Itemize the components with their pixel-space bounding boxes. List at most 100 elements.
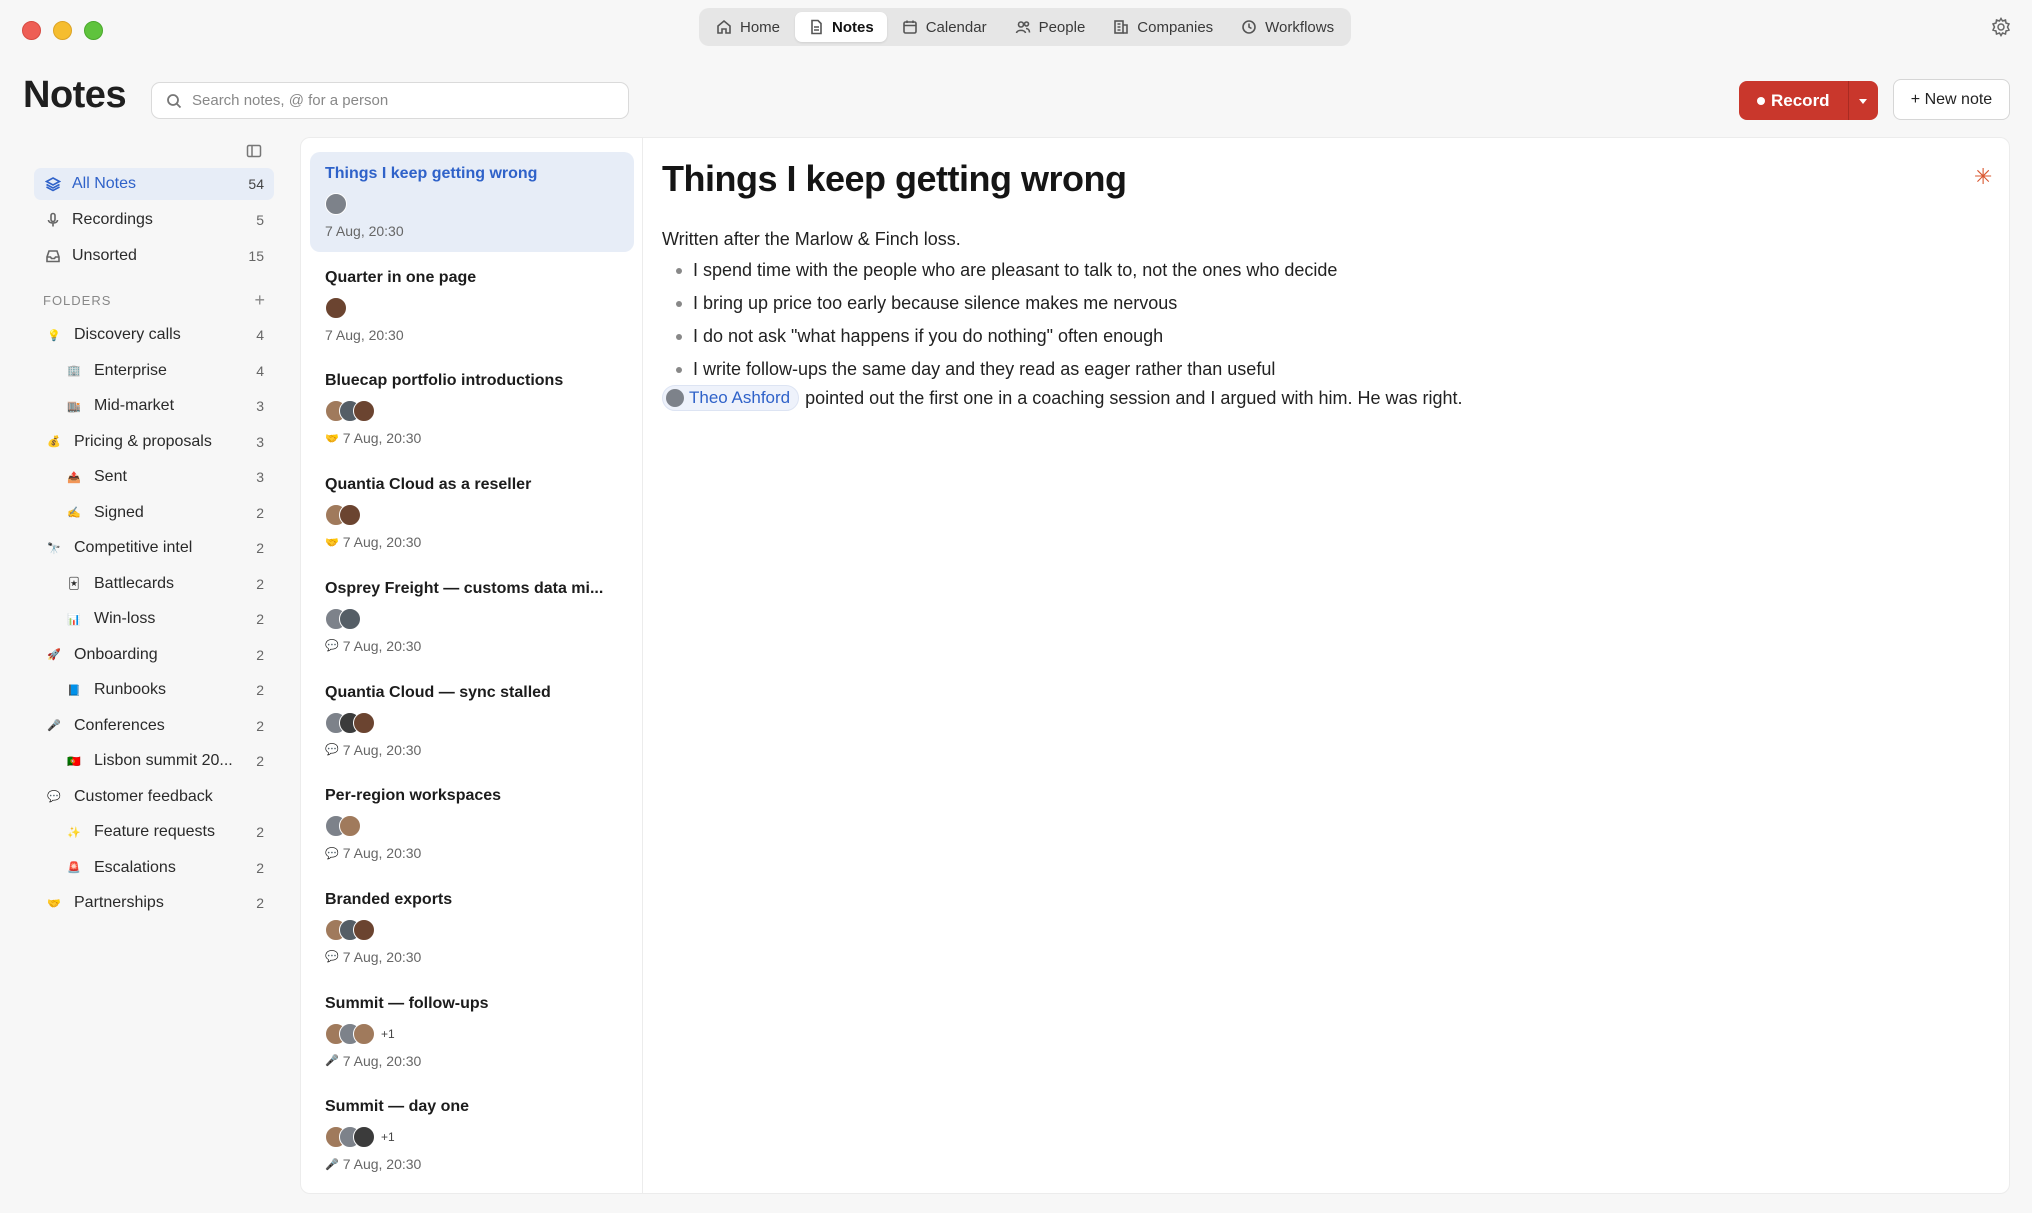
- tab-workflows[interactable]: Workflows: [1228, 12, 1347, 42]
- note-list-item[interactable]: Per-region workspaces 💬 7 Aug, 20:30: [310, 774, 634, 874]
- participant-avatars: [325, 815, 634, 838]
- layers-icon: [45, 177, 61, 192]
- bullet-dot-icon: [676, 366, 682, 373]
- participant-avatars: +1: [325, 1126, 634, 1149]
- settings-button[interactable]: [1991, 17, 2011, 37]
- folder-item[interactable]: ✨ Feature requests 2: [34, 816, 274, 848]
- folder-item[interactable]: 💬 Customer feedback: [34, 781, 274, 813]
- avatar: [325, 296, 347, 319]
- note-timestamp: 7 Aug, 20:30: [325, 326, 404, 343]
- avatar: [339, 607, 361, 630]
- record-options-button[interactable]: [1849, 81, 1878, 120]
- folder-item[interactable]: 🏢 Enterprise 4: [34, 355, 274, 387]
- note-list-item[interactable]: Quantia Cloud — sync stalled 💬 7 Aug, 20:3…: [310, 671, 634, 771]
- tab-label: People: [1038, 18, 1086, 36]
- note-list-title: Summit — follow-ups: [325, 994, 489, 1012]
- minimize-window-button[interactable]: [53, 21, 72, 40]
- folder-count: 3: [256, 433, 264, 450]
- sidebar-item-count: 54: [248, 176, 264, 192]
- note-list-item[interactable]: Summit — day one +1 🎤 7 Aug, 20:30: [310, 1085, 634, 1185]
- folder-item[interactable]: 🏬 Mid-market 3: [34, 390, 274, 422]
- folder-item[interactable]: 🔭 Competitive intel 2: [34, 532, 274, 564]
- note-list-item[interactable]: Things I keep getting wrong 7 Aug, 20:30: [310, 152, 634, 252]
- note-list-title: Per-region workspaces: [325, 787, 502, 805]
- note-timestamp: 7 Aug, 20:30: [342, 741, 422, 758]
- folder-emoji-icon: 🤝: [325, 536, 339, 549]
- ai-sparkle-icon[interactable]: ✳: [1974, 164, 1992, 190]
- tab-notes[interactable]: Notes: [795, 12, 887, 42]
- folder-item[interactable]: 📊 Win-loss 2: [34, 603, 274, 635]
- sidebar-item-label: All Notes: [72, 175, 137, 192]
- note-list-item[interactable]: Summit — follow-ups +1 🎤 7 Aug, 20:30: [310, 982, 634, 1082]
- building-icon: [1114, 20, 1129, 34]
- folder-label: Partnerships: [74, 894, 164, 911]
- note-editor[interactable]: Things I keep getting wrong ✳ Written af…: [662, 138, 2002, 1193]
- folder-item[interactable]: 🎤 Conferences 2: [34, 710, 274, 742]
- note-list-item[interactable]: Osprey Freight — customs data mi... 💬 7 Au…: [310, 567, 634, 667]
- note-list-title: Quantia Cloud — sync stalled: [325, 683, 551, 701]
- avatar: [339, 504, 361, 527]
- folder-item[interactable]: 🤝 Partnerships 2: [34, 887, 274, 919]
- note-timestamp: 7 Aug, 20:30: [342, 637, 422, 654]
- folder-emoji-icon: ✨: [67, 826, 81, 839]
- bullet-text: I write follow-ups the same day and they…: [693, 359, 1276, 379]
- search-input[interactable]: [192, 92, 612, 109]
- folder-emoji-icon: 🔭: [47, 542, 61, 555]
- folder-emoji-icon: 💬: [325, 640, 339, 653]
- tab-calendar[interactable]: Calendar: [889, 12, 1000, 42]
- folder-emoji-icon: 💬: [325, 744, 339, 756]
- note-list-title: Summit — day one: [325, 1098, 470, 1116]
- folder-count: 2: [256, 859, 264, 876]
- chevron-down-icon: [1859, 98, 1868, 104]
- person-mention[interactable]: Theo Ashford: [662, 385, 800, 411]
- tab-home[interactable]: Home: [703, 12, 793, 42]
- more-participants-count: +1: [381, 1026, 395, 1041]
- folder-item[interactable]: ✍️ Signed 2: [34, 497, 274, 529]
- folder-emoji-icon: 🎤: [47, 720, 61, 732]
- note-list-item[interactable]: Branded exports 💬 7 Aug, 20:30: [310, 878, 634, 978]
- folder-item[interactable]: 🚀 Onboarding 2: [34, 639, 274, 671]
- folder-count: 3: [256, 469, 264, 485]
- note-list-item[interactable]: Quarter in one page 7 Aug, 20:30: [310, 256, 634, 356]
- folder-label: Signed: [94, 503, 144, 521]
- sidebar-item-all-notes[interactable]: All Notes 54: [34, 168, 274, 200]
- sidebar-item-recordings[interactable]: Recordings 5: [34, 204, 274, 236]
- gear-icon: [1991, 17, 2011, 37]
- folder-item[interactable]: 💰 Pricing & proposals 3: [34, 426, 274, 458]
- calendar-icon: [902, 20, 917, 34]
- note-title[interactable]: Things I keep getting wrong: [662, 158, 1127, 200]
- bullet-dot-icon: [676, 300, 682, 307]
- note-meta: 🤝 7 Aug, 20:30: [325, 430, 634, 446]
- folder-label: Onboarding: [74, 645, 158, 663]
- maximize-window-button[interactable]: [84, 21, 103, 40]
- folder-count: 2: [256, 575, 264, 592]
- folder-item[interactable]: 📤 Sent 3: [34, 461, 274, 493]
- folder-emoji-icon: 🚨: [67, 862, 81, 874]
- search-box[interactable]: [151, 82, 629, 119]
- folder-emoji-icon: 🃏: [68, 578, 80, 590]
- record-button[interactable]: Record: [1739, 81, 1849, 120]
- folder-emoji-icon: 💡: [47, 329, 61, 342]
- note-list-item[interactable]: Quantia Cloud as a reseller 🤝 7 Aug, 20:30: [310, 463, 634, 563]
- mic-icon: [47, 212, 59, 227]
- folder-item[interactable]: 🇵🇹 Lisbon summit 20... 2: [34, 745, 274, 777]
- folder-count: 4: [256, 327, 264, 343]
- folder-item[interactable]: 🃏 Battlecards 2: [34, 568, 274, 600]
- sidebar-item-count: 5: [256, 212, 264, 228]
- tab-companies[interactable]: Companies: [1100, 12, 1226, 42]
- note-meta: 🤝 7 Aug, 20:30: [325, 534, 634, 550]
- tab-people[interactable]: People: [1002, 12, 1099, 42]
- add-folder-button[interactable]: +: [254, 290, 265, 311]
- close-window-button[interactable]: [22, 21, 41, 40]
- page-title: Notes: [23, 74, 127, 116]
- tab-label: Workflows: [1265, 18, 1335, 36]
- folder-item[interactable]: 🚨 Escalations 2: [34, 852, 274, 884]
- sidebar-item-unsorted[interactable]: Unsorted 15: [34, 240, 274, 272]
- note-closing-paragraph: Theo Ashford pointed out the first one i…: [662, 385, 1463, 411]
- new-note-button[interactable]: + New note: [1893, 79, 2010, 120]
- sidebar-toggle-button[interactable]: [246, 143, 262, 159]
- folder-item[interactable]: 💡 Discovery calls 4: [34, 319, 274, 351]
- folder-label: Runbooks: [94, 681, 167, 698]
- note-list-item[interactable]: Bluecap portfolio introductions 🤝 7 Aug, 2…: [310, 359, 634, 459]
- folder-item[interactable]: 📘 Runbooks 2: [34, 674, 274, 706]
